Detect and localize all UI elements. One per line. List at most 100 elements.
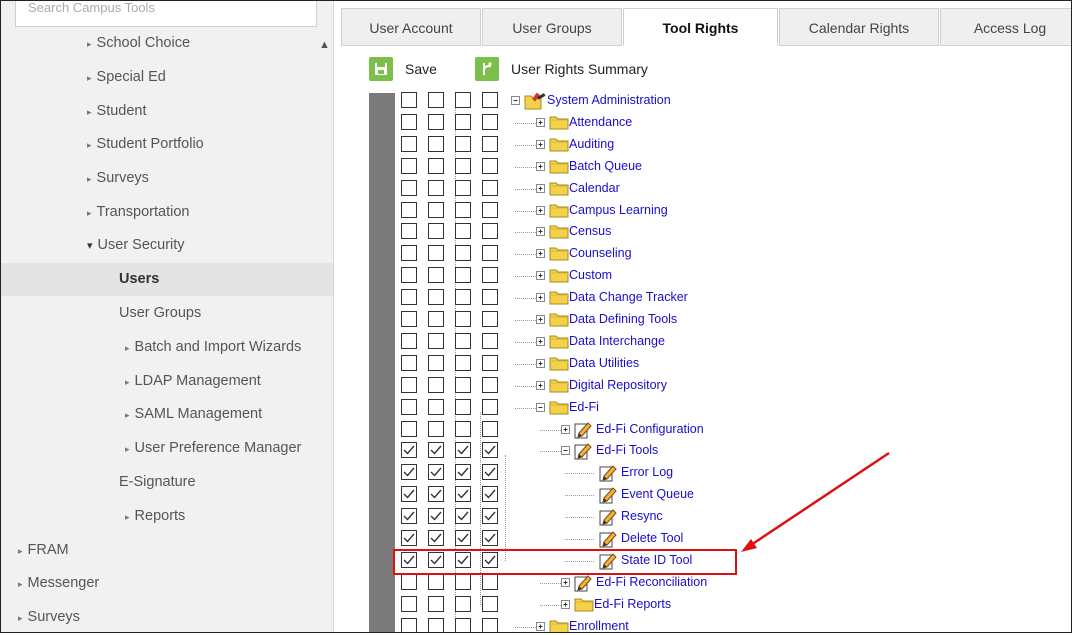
tab[interactable]: Tool Rights [623, 8, 778, 46]
permission-checkbox[interactable] [482, 617, 498, 632]
collapse-icon[interactable] [536, 402, 545, 412]
permission-checkbox[interactable] [482, 573, 498, 590]
expand-icon[interactable] [536, 293, 545, 303]
permission-checkbox[interactable] [428, 157, 444, 174]
tree-row[interactable]: Data Utilities [401, 354, 1061, 374]
permission-checkbox[interactable] [401, 617, 417, 632]
expand-icon[interactable] [536, 205, 545, 215]
sidebar-item[interactable]: E-Signature [1, 466, 333, 499]
permission-checkbox[interactable] [401, 92, 417, 108]
permission-checkbox[interactable] [455, 486, 471, 503]
permission-checkbox[interactable] [455, 201, 471, 218]
permission-checkbox[interactable] [428, 464, 444, 481]
expand-icon[interactable] [536, 249, 545, 259]
permission-checkbox[interactable] [482, 311, 498, 327]
sidebar-item[interactable]: ▾ User Security [1, 229, 333, 262]
permission-checkbox[interactable] [455, 245, 471, 262]
permission-checkbox[interactable] [428, 617, 444, 632]
sidebar-item[interactable]: ▸ LDAP Management [1, 365, 333, 398]
tree-node-label[interactable]: Resync [621, 509, 663, 523]
permission-checkbox[interactable] [482, 135, 498, 152]
tree-row[interactable]: Calendar [401, 179, 1061, 199]
tree-node-label[interactable]: Delete Tool [621, 531, 683, 545]
expand-icon[interactable] [536, 161, 545, 171]
user-rights-summary-button[interactable]: User Rights Summary [475, 56, 648, 82]
tab[interactable]: User Account [341, 8, 481, 46]
permission-checkbox[interactable] [455, 530, 471, 546]
permission-checkbox[interactable] [482, 223, 498, 240]
permission-checkbox[interactable] [401, 420, 417, 437]
permission-checkbox[interactable] [401, 311, 417, 327]
permission-checkbox[interactable] [455, 311, 471, 327]
tree-node-label[interactable]: Campus Learning [569, 203, 668, 217]
permission-checkbox[interactable] [455, 92, 471, 108]
expand-icon[interactable] [536, 271, 545, 281]
tree-node-label[interactable]: Ed-Fi Tools [596, 443, 658, 457]
permission-checkbox[interactable] [482, 442, 498, 459]
tree-node-label[interactable]: Census [569, 224, 611, 238]
tab[interactable]: Calendar Rights [779, 8, 939, 46]
sidebar-item[interactable]: ▸ FRAM [1, 534, 333, 567]
permission-checkbox[interactable] [428, 113, 444, 130]
tree-row[interactable]: Ed-Fi Configuration [401, 420, 1061, 440]
tree-row[interactable]: Enrollment [401, 617, 1061, 632]
expand-icon[interactable] [561, 599, 570, 609]
expand-icon[interactable] [561, 577, 570, 587]
tree-node-label[interactable]: Attendance [569, 115, 632, 129]
permission-checkbox[interactable] [482, 486, 498, 503]
permission-checkbox[interactable] [455, 464, 471, 481]
permission-checkbox[interactable] [401, 135, 417, 152]
expand-icon[interactable] [536, 358, 545, 368]
permission-checkbox[interactable] [401, 486, 417, 503]
permission-checkbox[interactable] [482, 157, 498, 174]
tree-row[interactable]: Counseling [401, 244, 1061, 264]
permission-checkbox[interactable] [482, 398, 498, 415]
tree-node-label[interactable]: Ed-Fi Reconciliation [596, 575, 707, 589]
permission-checkbox[interactable] [482, 508, 498, 525]
sidebar-item[interactable]: ▸ School Choice [1, 27, 333, 60]
tree-row[interactable]: Digital Repository [401, 376, 1061, 396]
tree-row[interactable]: Ed-Fi Reconciliation [401, 573, 1061, 593]
permission-checkbox[interactable] [482, 179, 498, 196]
permission-checkbox[interactable] [401, 464, 417, 481]
tree-row[interactable]: Delete Tool [401, 529, 1061, 549]
tree-row[interactable]: Custom [401, 266, 1061, 286]
permission-checkbox[interactable] [455, 442, 471, 459]
save-button[interactable]: Save [369, 56, 437, 82]
permission-checkbox[interactable] [455, 157, 471, 174]
sidebar-item[interactable]: ▸ Reports [1, 500, 333, 533]
permission-checkbox[interactable] [482, 267, 498, 284]
tree-row[interactable]: Attendance [401, 113, 1061, 133]
tree-node-label[interactable]: Data Change Tracker [569, 290, 688, 304]
permission-checkbox[interactable] [455, 135, 471, 152]
tree-node-label[interactable]: Ed-Fi Reports [594, 597, 671, 611]
sidebar-item[interactable]: ▸ Surveys [1, 162, 333, 195]
tree-node-label[interactable]: Ed-Fi Configuration [596, 422, 704, 436]
tree-row[interactable]: Census [401, 222, 1061, 242]
permission-checkbox[interactable] [401, 398, 417, 415]
permission-checkbox[interactable] [401, 267, 417, 284]
permission-checkbox[interactable] [401, 245, 417, 262]
tree-node-label[interactable]: Enrollment [569, 619, 629, 632]
permission-checkbox[interactable] [428, 179, 444, 196]
permission-checkbox[interactable] [455, 332, 471, 349]
permission-checkbox[interactable] [482, 245, 498, 262]
sidebar-item[interactable]: ▸ Student [1, 95, 333, 128]
tree-row[interactable]: Error Log [401, 463, 1061, 483]
permission-checkbox[interactable] [482, 420, 498, 437]
permission-checkbox[interactable] [428, 223, 444, 240]
permission-checkbox[interactable] [428, 595, 444, 612]
collapse-icon[interactable] [561, 446, 570, 456]
tree-row[interactable]: Data Interchange [401, 332, 1061, 352]
sidebar-item[interactable]: ▸ Student Portfolio [1, 128, 333, 161]
expand-icon[interactable] [536, 315, 545, 324]
sidebar-item[interactable]: User Groups [1, 297, 333, 330]
permission-checkbox[interactable] [428, 508, 444, 525]
permission-checkbox[interactable] [428, 530, 444, 546]
permission-checkbox[interactable] [428, 573, 444, 590]
permission-checkbox[interactable] [482, 354, 498, 371]
expand-icon[interactable] [536, 139, 545, 149]
tree-node-label[interactable]: Batch Queue [569, 159, 642, 173]
permission-checkbox[interactable] [401, 530, 417, 546]
permission-checkbox[interactable] [455, 420, 471, 437]
